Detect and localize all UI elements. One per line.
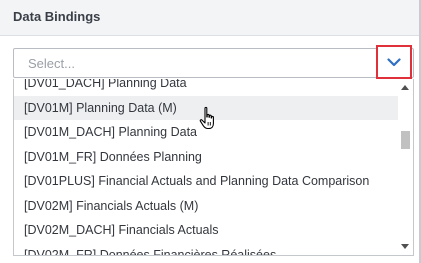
scroll-down-arrow-icon[interactable]: [401, 244, 409, 249]
chevron-down-icon: [387, 57, 401, 67]
option-dv02m[interactable]: [DV02M] Financials Actuals (M): [14, 194, 398, 219]
data-bindings-panel: Data Bindings Select... [DV01_DACH] Plan…: [0, 0, 421, 263]
option-dv01-dach[interactable]: [DV01_DACH] Planning Data: [14, 79, 398, 96]
option-dv01plus[interactable]: [DV01PLUS] Financial Actuals and Plannin…: [14, 169, 398, 194]
panel-title: Data Bindings: [13, 9, 101, 24]
scroll-up-arrow-icon[interactable]: [401, 85, 409, 90]
listbox-scrollbar[interactable]: [398, 79, 413, 255]
select-placeholder: Select...: [28, 56, 75, 71]
panel-header: Data Bindings: [0, 0, 421, 36]
dropdown-toggle-button[interactable]: [376, 45, 412, 79]
option-dv01m-fr[interactable]: [DV01M_FR] Données Planning: [14, 145, 398, 170]
option-dv02m-fr[interactable]: [DV02M_FR] Données Financières Réalisées: [14, 243, 398, 256]
scroll-thumb[interactable]: [401, 131, 410, 149]
option-dv02m-dach[interactable]: [DV02M_DACH] Financials Actuals: [14, 218, 398, 243]
hand-pointer-icon: [198, 106, 220, 132]
data-binding-select[interactable]: Select...: [13, 48, 414, 78]
